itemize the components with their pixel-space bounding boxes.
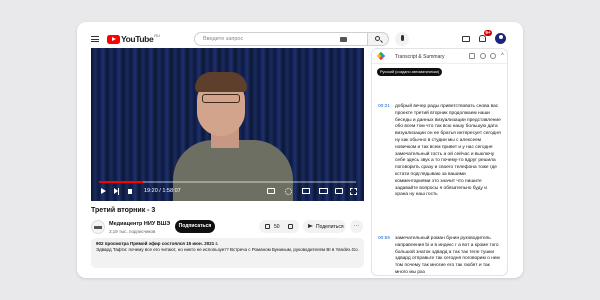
theater-mode-icon[interactable]	[319, 188, 328, 194]
description-text: Эдвард Тафти: почему все его читают, но …	[96, 247, 359, 252]
play-icon[interactable]	[101, 188, 106, 194]
video-frame-hair	[195, 72, 247, 92]
segment-timestamp[interactable]: 00:55	[378, 236, 390, 241]
transcript-panel: Transcript & Summary ^ Русский (создано …	[371, 48, 508, 276]
transcript-title: Transcript & Summary	[395, 54, 445, 60]
settings-icon[interactable]	[285, 188, 292, 195]
language-chip[interactable]: Русский (создано автоматически)	[377, 68, 443, 76]
volume-icon[interactable]	[128, 189, 132, 194]
voice-search-button[interactable]	[395, 32, 409, 46]
search-icon	[375, 36, 380, 41]
collapse-icon[interactable]: ^	[501, 53, 504, 59]
create-video-icon[interactable]	[462, 36, 470, 42]
description-box[interactable]: 902 просмотра Прямой эфир состоялся 15 и…	[91, 238, 364, 268]
transcript-header: Transcript & Summary ^	[372, 49, 507, 64]
segment-text: добрый вечер рады приветствовать снова в…	[395, 104, 501, 198]
next-icon[interactable]	[114, 187, 119, 195]
time-display: 19:20 / 1:58:07	[144, 188, 181, 194]
share-button[interactable]: Поделиться	[303, 220, 346, 233]
youtube-logo[interactable]: YouTube RU	[107, 32, 161, 44]
share-label: Поделиться	[316, 224, 344, 230]
progress-fill	[99, 181, 143, 183]
subtitles-icon[interactable]	[267, 188, 275, 194]
menu-icon[interactable]	[91, 36, 99, 42]
thumbs-up-icon[interactable]	[265, 224, 270, 229]
search-button[interactable]	[367, 32, 389, 46]
progress-bar[interactable]	[99, 181, 356, 183]
channel-name[interactable]: Медиацентр НИУ ВШЭ	[109, 221, 170, 227]
player-controls: 19:20 / 1:58:07	[91, 185, 364, 199]
gear-icon[interactable]	[480, 53, 486, 59]
microphone-icon	[400, 35, 404, 41]
fullscreen-icon[interactable]	[350, 188, 357, 195]
video-player[interactable]: 19:20 / 1:58:07	[91, 48, 364, 201]
search-input[interactable]: Введите запрос	[194, 32, 376, 46]
subscriber-count: 3,19 тыс. подписчиков	[109, 229, 156, 234]
ai-summary-icon[interactable]	[490, 53, 496, 59]
share-icon	[308, 224, 313, 228]
bell-icon[interactable]	[479, 35, 486, 42]
video-frame-glasses	[202, 94, 240, 103]
like-dislike-group: 50	[259, 220, 299, 233]
avatar[interactable]	[495, 33, 506, 44]
like-count: 50	[274, 224, 280, 230]
logo-text: YouTube	[121, 34, 154, 44]
video-title: Третий вторник - 3	[91, 207, 156, 214]
youtube-play-icon	[107, 34, 120, 44]
channel-avatar[interactable]	[91, 220, 105, 234]
more-actions-button[interactable]: ···	[350, 220, 363, 233]
logo-region: RU	[154, 32, 161, 38]
thumbs-down-icon[interactable]	[288, 224, 293, 229]
segment-timestamp[interactable]: 00:21	[378, 104, 390, 109]
extension-logo-icon	[376, 51, 386, 61]
notification-badge: 9+	[484, 30, 492, 36]
keyboard-icon[interactable]	[340, 37, 347, 42]
subscribe-button[interactable]: Подписаться	[175, 220, 215, 233]
search-placeholder: Введите запрос	[203, 36, 244, 42]
copy-icon[interactable]	[469, 53, 475, 59]
cast-icon[interactable]	[335, 188, 343, 194]
browser-window: YouTube RU Введите запрос 9+ 19:20 / 1:5…	[77, 22, 523, 278]
segment-text: замечательный роман бунин руководитель н…	[395, 236, 500, 275]
miniplayer-icon[interactable]	[302, 188, 310, 194]
